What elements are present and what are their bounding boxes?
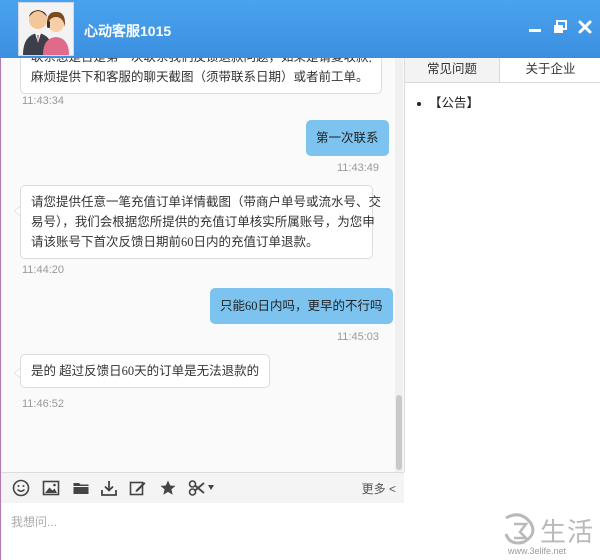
- watermark-url: www.3elife.net: [508, 546, 567, 556]
- watermark-text: 生活: [540, 518, 595, 548]
- tab-about-company[interactable]: 关于企业: [501, 58, 600, 82]
- site-watermark: 生活 www.3elife.net: [498, 510, 598, 558]
- avatar: [18, 2, 74, 56]
- scrollbar-thumb[interactable]: [396, 395, 402, 470]
- watermark-logo-icon: [504, 513, 535, 545]
- notice-label: 【公告】: [429, 96, 480, 110]
- restore-icon[interactable]: [551, 18, 569, 36]
- download-icon[interactable]: [100, 479, 118, 497]
- bubble-tail: [382, 300, 389, 312]
- message-time: 11:45:03: [337, 331, 380, 343]
- support-avatar-icon: [23, 10, 69, 55]
- incoming-message: 联系您是否是第一次联系我们反馈退款问题，如果是请复收款并 麻烦提供下和客服的聊天…: [20, 58, 382, 94]
- title-bar: 心动客服1015: [0, 0, 600, 58]
- message-line: 只能60日内吗，更早的不行吗: [220, 299, 383, 313]
- message-line: 麻烦提供下和客服的聊天截图（须带联系日期）或者前工单。: [31, 70, 369, 84]
- window-title: 心动客服1015: [84, 23, 172, 39]
- outgoing-message: 第一次联系: [306, 120, 389, 156]
- outgoing-message: 只能60日内吗，更早的不行吗: [210, 288, 393, 324]
- bubble-tail: [382, 131, 389, 143]
- star-icon[interactable]: [159, 479, 177, 497]
- edit-icon[interactable]: [129, 479, 147, 497]
- message-line: 是的 超过反馈日60天的订单是无法退款的: [31, 364, 260, 378]
- minimize-icon[interactable]: [526, 18, 544, 36]
- scissors-icon[interactable]: [188, 479, 216, 497]
- message-line: 联系您是否是第一次联系我们反馈退款问题，如果是请复收款并: [31, 58, 371, 67]
- image-icon[interactable]: [42, 479, 60, 497]
- side-panel-tabs: 常见问题 关于企业: [405, 58, 600, 83]
- message-time: 11:44:20: [22, 264, 65, 276]
- message-time: 11:46:52: [22, 398, 65, 410]
- chat-scrollbar[interactable]: [395, 58, 403, 472]
- chat-history[interactable]: 联系您是否是第一次联系我们反馈退款问题，如果是请复收款并 麻烦提供下和客服的聊天…: [1, 58, 405, 472]
- message-line: 请您提供任意一笔充值订单详情截图（带商户单号或流水号、交: [31, 195, 382, 209]
- notice-item[interactable]: 【公告】: [417, 92, 479, 111]
- message-line: 易号），我们会根据您所提供的充值订单核实所属账号，为您申: [31, 215, 375, 229]
- folder-icon[interactable]: [72, 479, 90, 497]
- emoji-icon[interactable]: [12, 479, 30, 497]
- bullet-icon: [417, 101, 421, 106]
- message-line: 第一次联系: [316, 131, 379, 145]
- message-time: 11:43:34: [22, 95, 65, 107]
- close-icon[interactable]: [576, 18, 594, 36]
- more-button[interactable]: 更多 <: [362, 480, 396, 497]
- tab-faq[interactable]: 常见问题: [405, 58, 500, 82]
- message-line: 请该账号下首次反馈日期前60日内的充值订单退款。: [31, 235, 319, 249]
- side-panel: 常见问题 关于企业 【公告】: [405, 58, 600, 560]
- message-time: 11:43:49: [337, 162, 380, 174]
- chat-toolbar: 更多 <: [1, 472, 404, 504]
- incoming-message: 是的 超过反馈日60天的订单是无法退款的: [20, 354, 271, 388]
- incoming-message: 请您提供任意一笔充值订单详情截图（带商户单号或流水号、交 易号），我们会根据您所…: [20, 185, 382, 259]
- message-input[interactable]: [1, 503, 404, 560]
